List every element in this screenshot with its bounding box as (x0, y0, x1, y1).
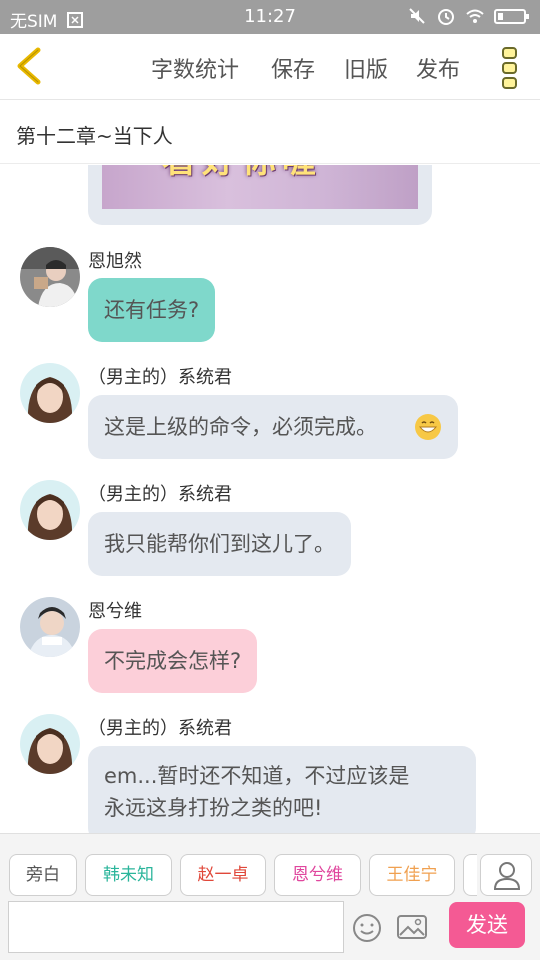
avatar[interactable] (20, 480, 80, 540)
person-icon (493, 862, 521, 890)
message-text-line: em...暂时还不知道，不过应该是 (104, 764, 410, 788)
sticker-image: 看好你喔 (102, 165, 418, 209)
mute-icon (409, 8, 425, 24)
character-chip[interactable]: 恩兮维 (274, 854, 361, 896)
status-bar: 无SIM 11:27 (0, 0, 540, 34)
chapter-header: 第十二章~当下人 (0, 100, 540, 164)
avatar[interactable] (20, 247, 80, 307)
add-character-button[interactable] (480, 854, 532, 896)
message-bubble[interactable]: 还有任务? (88, 278, 216, 342)
character-chip[interactable]: 韩未知 (85, 854, 172, 896)
message-bubble[interactable]: em...暂时还不知道，不过应该是 永远这身打扮之类的吧! (88, 746, 476, 833)
avatar-photo (20, 597, 80, 657)
send-button[interactable]: 发送 (449, 902, 525, 948)
avatar[interactable] (20, 597, 80, 657)
grin-emoji-icon (415, 414, 441, 440)
battery-icon (494, 9, 529, 24)
avatar-photo (20, 363, 80, 423)
message-text: 不完成会怎样? (104, 649, 242, 673)
sender-name: （男主的）系统君 (88, 484, 232, 505)
save-button[interactable]: 保存 (271, 52, 315, 84)
back-arrow-icon[interactable] (12, 46, 48, 86)
character-label: 韩未知 (103, 865, 154, 885)
avatar-photo (20, 480, 80, 540)
message-bubble[interactable]: 不完成会怎样? (88, 629, 258, 693)
old-version-button[interactable]: 旧版 (344, 52, 388, 84)
message-input[interactable] (8, 901, 344, 953)
message-bubble[interactable]: 这是上级的命令，必须完成。 (88, 395, 458, 459)
message-bubble[interactable]: 我只能帮你们到这儿了。 (88, 512, 351, 576)
character-chip-partial[interactable] (463, 854, 477, 896)
chat-area[interactable]: 看好你喔 恩旭然 还有任务? （男主的）系统君 这是上级的命令，必须完成。 （男… (0, 165, 540, 833)
emoji-icon[interactable] (352, 913, 382, 943)
image-message[interactable]: 看好你喔 (88, 165, 432, 225)
character-label: 旁白 (26, 865, 60, 885)
status-right (407, 6, 530, 26)
image-icon[interactable] (396, 913, 428, 941)
character-chip[interactable]: 赵一卓 (180, 854, 266, 896)
top-bar: 字数统计 保存 旧版 发布 (0, 34, 540, 100)
sender-name: 恩旭然 (88, 251, 142, 272)
publish-button[interactable]: 发布 (416, 52, 460, 84)
character-label: 恩兮维 (292, 865, 343, 885)
character-selector: 旁白 韩未知 赵一卓 恩兮维 王佳宁 (0, 833, 540, 899)
avatar[interactable] (20, 363, 80, 423)
more-dots-icon[interactable] (496, 44, 524, 92)
avatar-photo (20, 247, 80, 307)
avatar[interactable] (20, 714, 80, 774)
message-text: 我只能帮你们到这儿了。 (104, 532, 335, 556)
character-label: 王佳宁 (386, 865, 438, 885)
word-count-button[interactable]: 字数统计 (151, 52, 239, 84)
message-text-line: 永远这身打扮之类的吧! (104, 796, 323, 820)
sender-name: （男主的）系统君 (88, 718, 232, 739)
wifi-icon (466, 9, 484, 23)
character-chip[interactable]: 王佳宁 (369, 854, 455, 896)
sender-name: 恩兮维 (88, 601, 142, 622)
chapter-title[interactable]: 第十二章~当下人 (16, 120, 173, 149)
character-chip-narrator[interactable]: 旁白 (9, 854, 77, 896)
sticker-text: 看好你喔 (162, 165, 322, 182)
avatar-photo (20, 714, 80, 774)
message-text: 这是上级的命令，必须完成。 (104, 415, 377, 439)
message-text: 还有任务? (104, 298, 200, 322)
input-bar: 发送 (0, 899, 540, 960)
alarm-icon (438, 9, 454, 25)
sender-name: （男主的）系统君 (88, 367, 232, 388)
character-label: 赵一卓 (197, 865, 249, 885)
